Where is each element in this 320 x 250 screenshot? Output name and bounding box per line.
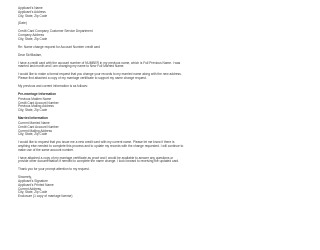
- salutation: Dear Sir/Madam,: [18, 52, 43, 57]
- body-paragraph-1: I have a credit card with the account nu…: [18, 60, 181, 69]
- premarriage-line: City, State, Zip Code: [18, 108, 48, 113]
- recipient-block: Credit Card Company Customer Service Dep…: [18, 30, 184, 41]
- letter-page: Applicant's Name Applicant's Address Cit…: [0, 0, 202, 250]
- closing-paragraph-2: I have attached a copy of my marriage ce…: [18, 155, 180, 164]
- sender-city-state-zip: City, State, Zip Code: [18, 13, 48, 18]
- recipient-city-state-zip: City, State, Zip Code: [18, 36, 48, 41]
- premarriage-section: Pre-marriage Information Previous Maiden…: [18, 92, 184, 113]
- sender-block: Applicant's Name Applicant's Address Cit…: [18, 6, 184, 18]
- body-paragraph-3: My previous and current information is a…: [18, 84, 88, 89]
- married-line: City, State, Zip Code: [18, 132, 48, 137]
- closing-paragraph-3: Thank you for your prompt attention to m…: [18, 167, 90, 172]
- re-line: Re: Name change request for Account Numb…: [18, 44, 101, 49]
- signoff-line: Enclosure (1 copy of marriage license): [18, 194, 73, 199]
- signoff-block: Sincerely, Applicant's Signature Applica…: [18, 176, 184, 199]
- body-paragraph-2: I would like to make a formal request th…: [18, 72, 182, 81]
- closing-paragraph-1: I would like to request that you issue m…: [18, 140, 184, 152]
- letter-date: (Date): [18, 21, 27, 26]
- married-section: Married information Current Married Name…: [18, 116, 184, 137]
